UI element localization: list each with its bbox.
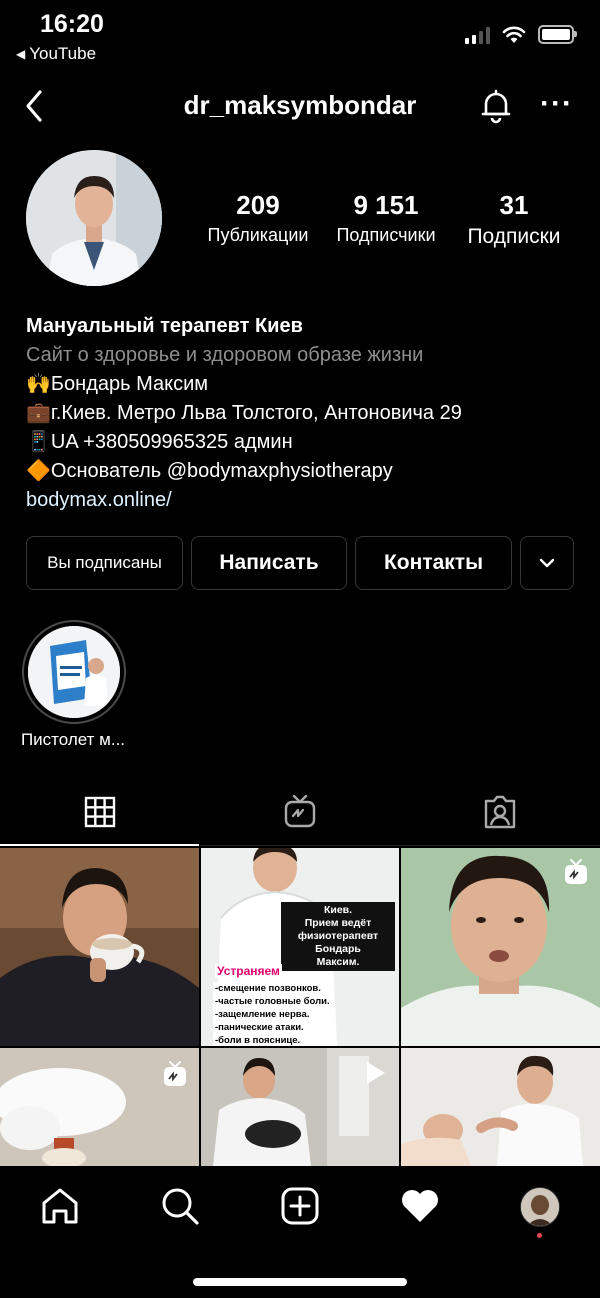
notification-dot	[537, 1233, 542, 1238]
briefcase-emoji: 💼	[26, 402, 51, 424]
back-app-label: YouTube	[29, 44, 97, 63]
suggestions-dropdown-button[interactable]	[520, 536, 574, 590]
bio-line: 💼г.Киев. Метро Льва Толстого, Антоновича…	[26, 402, 462, 424]
video-play-icon	[367, 1062, 385, 1084]
following-count: 31	[499, 190, 529, 220]
raised-hands-emoji: 🙌	[26, 373, 51, 395]
post-thumbnail[interactable]	[0, 1048, 199, 1166]
profile-bio: Мануальный терапевт Киев Сайт о здоровье…	[26, 312, 586, 515]
following-label: Подписки	[467, 225, 561, 248]
post-heading: Устраняем	[215, 964, 282, 978]
bio-line: 📱UA +380509965325 админ	[26, 431, 293, 453]
status-time: 16:20	[40, 10, 104, 38]
back-to-app-link[interactable]: ◀ YouTube	[16, 44, 96, 64]
post-list: -смещение позвонков. -частые головные бо…	[213, 982, 332, 1046]
followers-count: 9 151	[353, 190, 419, 220]
grid-tab-icon[interactable]	[84, 796, 116, 828]
cellular-signal-icon	[465, 26, 490, 44]
message-button-label: Написать	[219, 551, 319, 574]
profile-avatar[interactable]	[26, 150, 162, 286]
story-highlight[interactable]	[22, 620, 126, 724]
post-thumbnail[interactable]	[401, 1048, 600, 1166]
post-thumbnail[interactable]	[0, 848, 199, 1046]
bio-line: 🔶Основатель @bodymaxphysiotherapy	[26, 460, 393, 482]
bio-website-link[interactable]: bodymax.online/	[26, 486, 586, 515]
stat-following[interactable]: 31 Подписки	[454, 190, 574, 249]
highlight-label: Пистолет м...	[20, 730, 126, 749]
profile-tab-avatar[interactable]	[520, 1187, 560, 1227]
post-thumbnail[interactable]	[201, 1048, 399, 1166]
following-button[interactable]: Вы подписаны	[26, 536, 183, 590]
followers-label: Подписчики	[336, 225, 436, 245]
diamond-emoji: 🔶	[26, 460, 51, 482]
bio-line: 🙌Бондарь Максим	[26, 373, 208, 395]
chevron-down-icon	[539, 558, 555, 568]
more-options-icon[interactable]: ···	[540, 89, 573, 119]
igtv-tab-icon[interactable]	[283, 794, 317, 828]
igtv-badge-icon	[164, 1061, 186, 1086]
stat-posts[interactable]: 209 Публикации	[196, 190, 320, 246]
highlight-cover	[28, 626, 120, 718]
back-triangle-icon: ◀	[16, 47, 26, 61]
following-button-label: Вы подписаны	[47, 553, 162, 572]
contacts-button-label: Контакты	[383, 551, 484, 574]
igtv-badge-icon	[565, 859, 587, 884]
search-icon[interactable]	[160, 1186, 200, 1226]
new-post-icon[interactable]	[281, 1187, 319, 1225]
contacts-button[interactable]: Контакты	[355, 536, 512, 590]
battery-icon	[538, 25, 577, 44]
activity-heart-icon[interactable]	[399, 1188, 441, 1224]
posts-count: 209	[236, 190, 280, 220]
active-tab-indicator	[0, 844, 199, 846]
post-title-overlay: Киев. Прием ведёт физиотерапевт Бондарь …	[281, 902, 395, 971]
post-thumbnail[interactable]	[401, 848, 600, 1046]
posts-label: Публикации	[207, 225, 309, 245]
post-thumbnail[interactable]: Киев. Прием ведёт физиотерапевт Бондарь …	[201, 848, 399, 1046]
notification-bell-icon[interactable]	[476, 86, 516, 126]
wifi-icon	[502, 26, 526, 43]
tagged-tab-icon[interactable]	[483, 795, 517, 829]
bio-category: Сайт о здоровье и здоровом образе жизни	[26, 344, 424, 366]
home-icon[interactable]	[40, 1187, 80, 1225]
home-indicator	[193, 1278, 407, 1286]
bio-name: Мануальный терапевт Киев	[26, 315, 303, 337]
phone-emoji: 📱	[26, 431, 51, 453]
status-icons	[465, 25, 577, 44]
message-button[interactable]: Написать	[191, 536, 347, 590]
stat-followers[interactable]: 9 151 Подписчики	[324, 190, 448, 246]
